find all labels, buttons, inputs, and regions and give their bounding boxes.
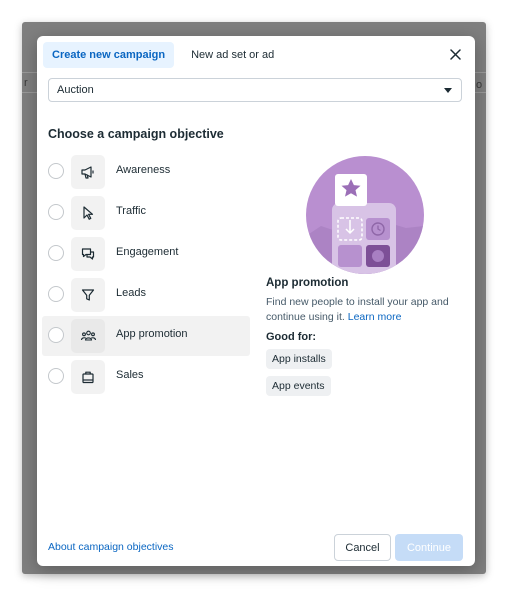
radio-button[interactable]	[48, 368, 64, 384]
objective-sales[interactable]: Sales	[42, 357, 250, 397]
objective-label: Awareness	[116, 164, 171, 176]
detail-description: Find new people to install your app and …	[266, 295, 466, 325]
close-icon	[449, 48, 461, 60]
background-fragment: r	[24, 77, 28, 89]
dialog-tabs: Create new campaign New ad set or ad	[43, 42, 291, 68]
campaign-dialog: Create new campaign New ad set or ad Auc…	[37, 36, 475, 566]
objective-list: Awareness Traffic Engagement Leads App p…	[42, 152, 250, 398]
app-promotion-illustration	[306, 156, 424, 274]
learn-more-link[interactable]: Learn more	[348, 311, 402, 323]
cancel-button[interactable]: Cancel	[334, 534, 391, 561]
objective-heading: Choose a campaign objective	[48, 127, 224, 141]
objective-detail: App promotion Find new people to install…	[266, 277, 466, 403]
background-fragment: o	[476, 79, 483, 91]
objective-label: Traffic	[116, 205, 146, 217]
radio-button[interactable]	[48, 327, 64, 343]
objective-leads[interactable]: Leads	[42, 275, 250, 315]
objective-label: Sales	[116, 369, 144, 381]
continue-button[interactable]: Continue	[395, 534, 463, 561]
radio-button[interactable]	[48, 204, 64, 220]
tab-create-new-campaign[interactable]: Create new campaign	[43, 42, 175, 68]
buying-type-value: Auction	[57, 84, 94, 96]
radio-button[interactable]	[48, 163, 64, 179]
good-for-label: Good for:	[266, 331, 317, 343]
radio-button[interactable]	[48, 286, 64, 302]
chat-bubbles-icon	[71, 237, 105, 271]
objective-traffic[interactable]: Traffic	[42, 193, 250, 233]
shopping-bag-icon	[71, 360, 105, 394]
objective-app-promotion[interactable]: App promotion	[42, 316, 250, 356]
objective-label: App promotion	[116, 328, 188, 340]
objective-label: Engagement	[116, 246, 179, 258]
radio-button[interactable]	[48, 245, 64, 261]
cursor-icon	[71, 196, 105, 230]
good-for-chip: App events	[266, 376, 331, 396]
people-icon	[71, 319, 105, 353]
objective-engagement[interactable]: Engagement	[42, 234, 250, 274]
tab-new-ad-set-or-ad[interactable]: New ad set or ad	[182, 42, 283, 68]
megaphone-icon	[71, 155, 105, 189]
chevron-down-icon	[444, 88, 452, 93]
buying-type-select[interactable]: Auction	[48, 78, 462, 102]
objective-label: Leads	[116, 287, 146, 299]
funnel-icon	[71, 278, 105, 312]
about-objectives-link[interactable]: About campaign objectives	[48, 541, 174, 553]
detail-title: App promotion	[266, 277, 349, 289]
objective-awareness[interactable]: Awareness	[42, 152, 250, 192]
good-for-chip: App installs	[266, 349, 332, 369]
close-button[interactable]	[447, 46, 463, 62]
